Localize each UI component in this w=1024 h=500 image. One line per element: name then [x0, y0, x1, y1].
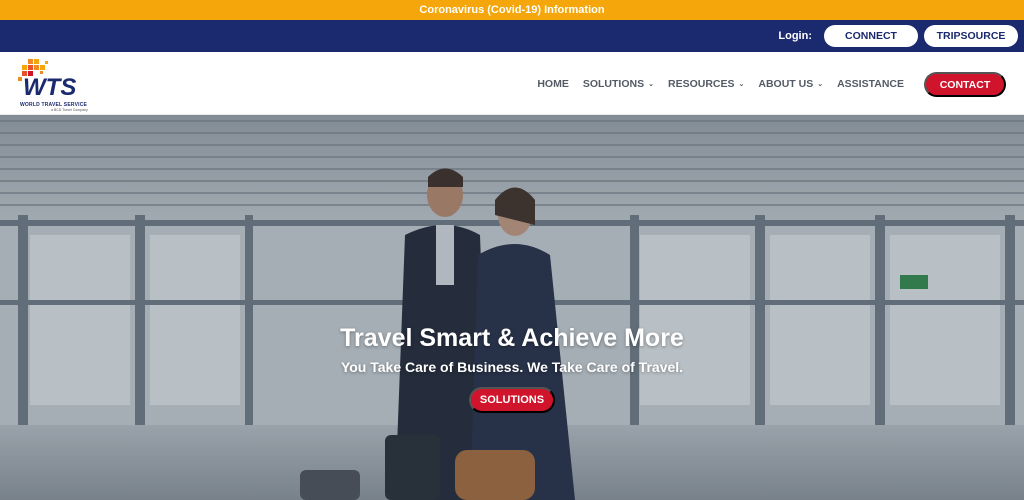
login-bar: Login: CONNECT TRIPSOURCE	[0, 20, 1024, 52]
nav-solutions[interactable]: SOLUTIONS ⌄	[576, 78, 661, 90]
chevron-down-icon: ⌄	[817, 80, 824, 88]
login-label: Login:	[778, 30, 812, 42]
tripsource-button[interactable]: TRIPSOURCE	[924, 25, 1018, 47]
svg-text:WTS: WTS	[23, 74, 76, 101]
nav-home[interactable]: HOME	[530, 78, 576, 90]
nav-about-us[interactable]: ABOUT US ⌄	[751, 78, 830, 90]
nav-assistance[interactable]: ASSISTANCE	[830, 78, 911, 90]
wts-logo[interactable]: WTS WORLD TRAVEL SERVICE a BCD Travel Co…	[18, 57, 98, 113]
hero-title: Travel Smart & Achieve More	[340, 324, 684, 352]
hero-subtitle: You Take Care of Business. We Take Care …	[340, 359, 684, 375]
nav-assistance-label: ASSISTANCE	[837, 77, 904, 90]
nav-resources[interactable]: RESOURCES ⌄	[661, 78, 751, 90]
nav-solutions-label: SOLUTIONS	[582, 77, 645, 90]
covid-info-banner[interactable]: Coronavirus (Covid-19) Information	[0, 0, 1024, 20]
chevron-down-icon: ⌄	[738, 80, 745, 88]
pixel-squares-icon: WTS	[18, 59, 76, 101]
hero-solutions-button[interactable]: SOLUTIONS	[469, 387, 555, 413]
main-header: WTS WORLD TRAVEL SERVICE a BCD Travel Co…	[0, 52, 1024, 115]
connect-button[interactable]: CONNECT	[824, 25, 918, 47]
nav-about-us-label: ABOUT US	[758, 77, 814, 90]
chevron-down-icon: ⌄	[648, 80, 654, 88]
hero-overlay	[0, 115, 1024, 500]
nav-home-label: HOME	[537, 77, 569, 90]
main-nav: HOME SOLUTIONS ⌄ RESOURCES ⌄ ABOUT US ⌄ …	[530, 52, 911, 115]
hero-section: Travel Smart & Achieve More You Take Car…	[0, 115, 1024, 500]
nav-resources-label: RESOURCES	[667, 77, 735, 90]
covid-info-link[interactable]: Coronavirus (Covid-19) Information	[419, 4, 604, 16]
contact-button[interactable]: CONTACT	[924, 72, 1006, 97]
logo-subtag: a BCD Travel Company	[51, 108, 88, 112]
